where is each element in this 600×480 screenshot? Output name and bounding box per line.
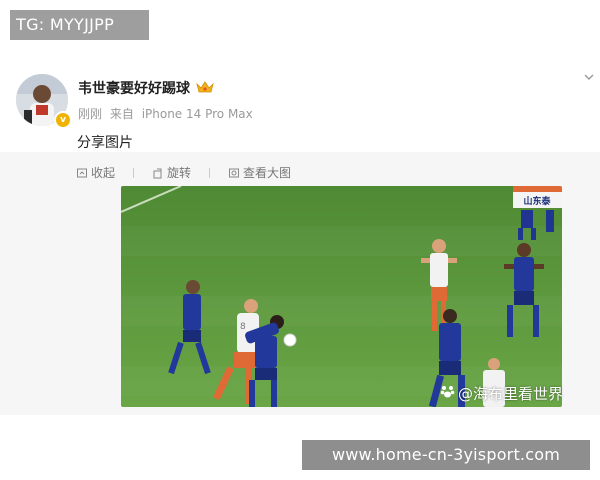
collapse-icon [76, 167, 88, 179]
toolbar-divider [133, 167, 135, 178]
image-toolbar: 收起 旋转 查看大图 [76, 164, 291, 181]
source-prefix: 来自 [109, 107, 134, 121]
crown-icon [195, 79, 215, 98]
image-overlay-watermark: @海布里看世界 [440, 383, 563, 404]
stadium-banner: 山东泰 [513, 186, 562, 208]
match-image[interactable]: 山东泰 8 [121, 186, 562, 407]
rotate-label: 旋转 [167, 166, 192, 180]
banner-text: 山东泰 [523, 195, 551, 207]
weibo-post-screenshot: TG: MYYJJPP v 韦世豪要好好踢球 刚刚 来自 iPhone 14 P… [0, 0, 600, 480]
view-large-button[interactable]: 查看大图 [228, 164, 291, 181]
rotate-icon [152, 167, 164, 179]
toolbar-divider [209, 167, 211, 178]
verified-badge-icon: v [54, 111, 72, 129]
more-options-icon[interactable] [582, 70, 596, 84]
post-time: 刚刚 [78, 107, 103, 121]
overlay-text: @海布里看世界 [458, 385, 564, 403]
collapse-button[interactable]: 收起 [76, 164, 115, 181]
rotate-button[interactable]: 旋转 [152, 164, 191, 181]
football-icon [283, 333, 297, 347]
post-text: 分享图片 [77, 135, 133, 151]
weibo-paw-icon [440, 384, 455, 403]
top-watermark: TG: MYYJJPP [10, 10, 149, 40]
device-source[interactable]: iPhone 14 Pro Max [142, 107, 253, 121]
view-large-label: 查看大图 [243, 166, 292, 180]
player-number: 8 [240, 322, 246, 332]
username-row: 韦世豪要好好踢球 [78, 78, 215, 98]
site-watermark: www.home-cn-3yisport.com [302, 440, 590, 470]
post-meta: 刚刚 来自 iPhone 14 Pro Max [78, 105, 257, 122]
username[interactable]: 韦世豪要好好踢球 [78, 78, 190, 98]
collapse-label: 收起 [91, 166, 116, 180]
view-large-icon [228, 167, 240, 179]
